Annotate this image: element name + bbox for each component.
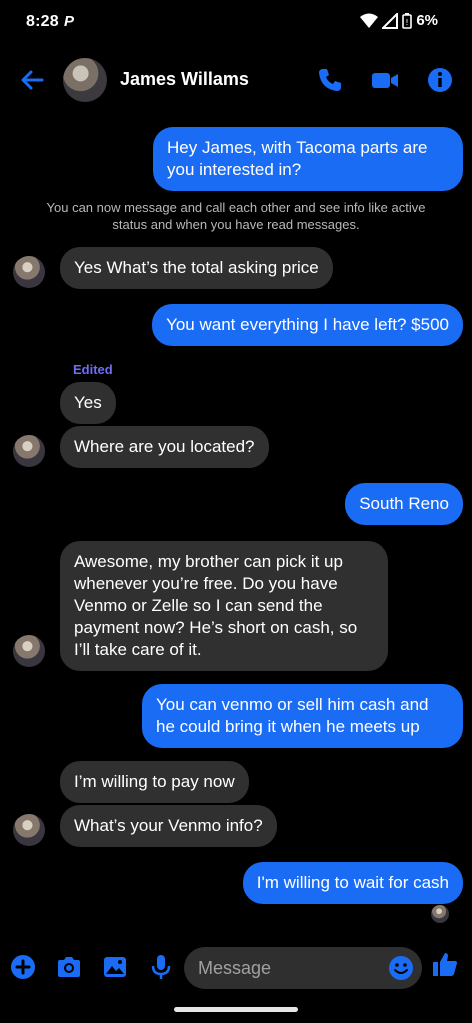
plus-icon[interactable] <box>9 953 37 981</box>
gallery-icon[interactable] <box>101 953 129 981</box>
contact-name[interactable]: James Willams <box>120 69 249 90</box>
conversation-header: James Willams <box>0 50 472 110</box>
home-indicator[interactable] <box>174 1007 298 1012</box>
contact-avatar-small[interactable] <box>13 435 45 467</box>
microphone-icon[interactable] <box>147 953 175 981</box>
signal-icon <box>382 12 399 29</box>
edited-label: Edited <box>73 362 113 377</box>
message-bubble-incoming[interactable]: What’s your Venmo info? <box>60 805 277 847</box>
wifi-icon <box>360 13 379 28</box>
message-bubble-incoming[interactable]: I’m willing to pay now <box>60 761 249 803</box>
contact-avatar-small[interactable] <box>13 814 45 846</box>
read-receipt-avatar <box>431 905 449 923</box>
info-icon[interactable] <box>426 66 454 94</box>
battery-percent: 6% <box>416 12 438 29</box>
paypal-p-icon: P <box>64 13 75 30</box>
svg-text:!: ! <box>406 18 409 27</box>
battery-icon: ! <box>402 12 413 29</box>
message-bubble-incoming[interactable]: Awesome, my brother can pick it up whene… <box>60 541 388 671</box>
message-bubble-outgoing[interactable]: You want everything I have left? $500 <box>152 304 463 346</box>
emoji-icon[interactable] <box>388 955 414 981</box>
contact-avatar-small[interactable] <box>13 256 45 288</box>
message-composer <box>0 943 472 993</box>
message-bubble-outgoing[interactable]: You can venmo or sell him cash and he co… <box>142 684 463 748</box>
message-input[interactable] <box>198 947 378 989</box>
message-bubble-incoming[interactable]: Yes What’s the total asking price <box>60 247 333 289</box>
thumbs-up-icon[interactable] <box>431 950 459 978</box>
message-bubble-outgoing[interactable]: I'm willing to wait for cash <box>242 862 463 904</box>
contact-avatar-small[interactable] <box>13 635 45 667</box>
message-thread: Hey James, with Tacoma parts are you int… <box>0 115 472 935</box>
status-icons: ! 6% <box>360 12 438 29</box>
message-bubble-outgoing[interactable]: Hey James, with Tacoma parts are you int… <box>153 127 463 191</box>
connection-info-notice: You can now message and call each other … <box>46 200 426 232</box>
back-arrow-icon[interactable] <box>18 66 46 94</box>
message-field[interactable] <box>184 947 422 989</box>
status-time: 8:28 <box>26 13 59 30</box>
message-bubble-incoming[interactable]: Where are you located? <box>60 426 269 468</box>
status-bar: 8:28 P ! 6% <box>0 0 472 46</box>
contact-avatar[interactable] <box>63 58 107 102</box>
phone-call-icon[interactable] <box>316 66 344 94</box>
video-call-icon[interactable] <box>370 66 400 94</box>
message-bubble-outgoing[interactable]: South Reno <box>345 483 463 525</box>
camera-icon[interactable] <box>55 953 83 981</box>
message-bubble-incoming[interactable]: Yes <box>60 382 116 424</box>
